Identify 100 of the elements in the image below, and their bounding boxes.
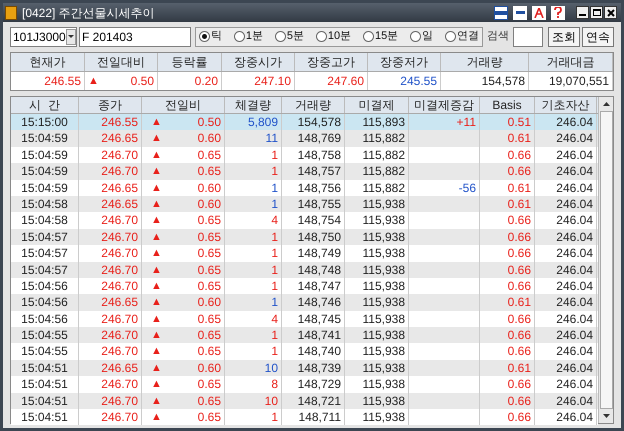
app-icon [5, 6, 17, 20]
basis-cell: 0.66 [480, 409, 535, 426]
close-icon[interactable] [604, 6, 617, 19]
up-arrow: ▲ [150, 262, 162, 278]
underlying-cell: 246.04 [535, 409, 597, 426]
help-icon[interactable] [551, 6, 565, 20]
up-arrow: ▲ [150, 180, 162, 196]
dropdown-icon [66, 28, 76, 44]
font-icon[interactable] [532, 6, 546, 20]
up-arrow: ▲ [150, 246, 162, 262]
period-radio[interactable]: 연결 [444, 28, 480, 45]
period-radio[interactable]: 15분 [362, 28, 400, 45]
table-row[interactable]: 15:04:59 246.70 ▲ 0.65 1 148,757 115,882 0.66 246.04 [11, 163, 598, 180]
up-arrow: ▲ [150, 328, 162, 344]
summary-header: 장중고가 [295, 53, 368, 71]
change-cell: 0.65 [198, 327, 221, 344]
up-arrow: ▲ [150, 295, 162, 310]
change-cell: 0.65 [198, 163, 221, 180]
summary-value: 19,070,551 [548, 73, 609, 90]
up-arrow: ▲ [150, 164, 162, 180]
price-cell: 246.70 [79, 409, 142, 426]
column-header: 시 간 [11, 97, 79, 113]
up-arrow: ▲ [150, 410, 162, 426]
summary-value: 247.10 [254, 73, 291, 90]
table-row[interactable]: 15:04:58 246.65 ▲ 0.60 1 148,755 115,938 0.61 246.04 [11, 196, 598, 212]
period-radio[interactable]: 5분 [274, 28, 305, 45]
up-arrow: ▲ [150, 377, 162, 392]
up-arrow: ▲ [150, 360, 162, 376]
period-radio[interactable]: 1분 [232, 28, 264, 45]
period-radio[interactable]: 10분 [314, 28, 352, 45]
action-button[interactable]: 연속 [582, 26, 614, 46]
period-radio[interactable]: 틱 [198, 28, 223, 45]
table-row[interactable]: 15:04:56 246.65 ▲ 0.60 1 148,746 115,938 0.61 246.04 [11, 294, 598, 311]
quantity-cell: 1 [225, 409, 282, 426]
column-header: 기초자산 [535, 97, 597, 113]
column-header: 미결제증감 [409, 97, 480, 113]
table-row[interactable]: 15:04:51 246.70 ▲ 0.65 10 148,721 115,938 0.66 246.04 [11, 392, 598, 410]
summary-value: 0.50 [130, 73, 154, 90]
change-cell: 0.65 [198, 376, 221, 393]
up-arrow: ▲ [150, 312, 162, 327]
change-cell: 0.65 [198, 343, 221, 360]
change-cell: 0.50 [198, 114, 221, 130]
up-arrow: ▲ [150, 196, 162, 212]
up-arrow: ▲ [88, 74, 99, 89]
column-header: 전일비 [142, 97, 225, 113]
up-arrow: ▲ [150, 230, 162, 245]
oi-change-cell: -56 [458, 180, 476, 195]
oi-change-cell: +11 [456, 115, 476, 129]
table-row[interactable]: 15:04:59 246.65 ▲ 0.60 1 148,756 115,882 -56 0.61 246.04 [11, 180, 598, 196]
column-header: 거래량 [282, 97, 345, 113]
scrollbar[interactable] [598, 97, 613, 423]
change-cell: 0.65 [198, 146, 221, 164]
up-arrow: ▲ [150, 148, 162, 163]
change-cell: 0.65 [198, 228, 221, 246]
minimize-icon[interactable] [576, 6, 589, 19]
summary-value: 245.55 [400, 73, 437, 90]
summary-header: 전일대비 [85, 53, 158, 71]
table-row[interactable]: 15:04:51 246.70 ▲ 0.65 1 148,711 115,938 0.66 246.04 [11, 409, 598, 426]
table-row[interactable]: 15:15:00 246.55 ▲ 0.50 5,809 154,578 115,893 +11 0.51 246.04 [11, 114, 598, 130]
change-cell: 0.65 [198, 262, 221, 278]
volume-cell: 148,711 [282, 409, 345, 426]
table-row[interactable]: 15:04:55 246.70 ▲ 0.65 1 148,741 115,938 0.66 246.04 [11, 327, 598, 344]
up-arrow: ▲ [150, 344, 162, 360]
summary-header: 등락률 [158, 53, 222, 71]
summary-header: 거래량 [441, 53, 529, 71]
change-cell: 0.65 [198, 212, 221, 229]
summary-header: 현재가 [11, 53, 85, 71]
period-radio[interactable]: 일 [409, 28, 434, 45]
summary-value: 154,578 [482, 73, 525, 90]
search-field[interactable] [513, 26, 543, 46]
up-arrow: ▲ [150, 115, 162, 130]
column-header: 미결제 [345, 97, 409, 113]
change-cell: 0.65 [198, 392, 221, 410]
table-row[interactable]: 15:04:56 246.70 ▲ 0.65 1 148,747 115,938 0.66 246.04 [11, 278, 598, 294]
open-interest-cell: 115,938 [345, 409, 409, 426]
change-cell: 0.65 [198, 278, 221, 294]
column-header: Basis [480, 97, 535, 113]
summary-value: 0.20 [194, 73, 218, 90]
up-arrow: ▲ [150, 131, 162, 146]
table-row[interactable]: 15:04:57 246.70 ▲ 0.65 1 148,750 115,938 0.66 246.04 [11, 228, 598, 246]
table-row[interactable]: 15:04:56 246.70 ▲ 0.65 4 148,745 115,938 0.66 246.04 [11, 310, 598, 328]
change-cell: 0.60 [198, 130, 221, 147]
table-row[interactable]: 15:04:59 246.65 ▲ 0.60 11 148,769 115,882 0.61 246.04 [11, 130, 598, 147]
column-header: 체결량 [225, 97, 282, 113]
code-combo[interactable]: 101J3000 [10, 26, 77, 46]
window-icon[interactable] [494, 6, 508, 20]
change-cell: 0.60 [198, 360, 221, 376]
summary-header: 거래대금 [529, 53, 613, 71]
time-cell: 15:04:51 [11, 409, 79, 426]
name-field[interactable]: F 201403 [79, 26, 191, 46]
action-button[interactable]: 조회 [548, 26, 580, 46]
change-cell: 0.60 [198, 196, 221, 212]
maximize-icon[interactable] [590, 6, 603, 19]
column-header: 종가 [79, 97, 142, 113]
table-row[interactable]: 15:04:51 246.65 ▲ 0.60 10 148,739 115,938 0.61 246.04 [11, 360, 598, 376]
change-cell: 0.65 [198, 409, 221, 426]
summary-value: 247.60 [327, 73, 364, 90]
summary-header: 장중저가 [368, 53, 441, 71]
table-row[interactable]: 15:04:57 246.70 ▲ 0.65 1 148,748 115,938 0.66 246.04 [11, 262, 598, 278]
change-cell: 0.65 [198, 310, 221, 328]
